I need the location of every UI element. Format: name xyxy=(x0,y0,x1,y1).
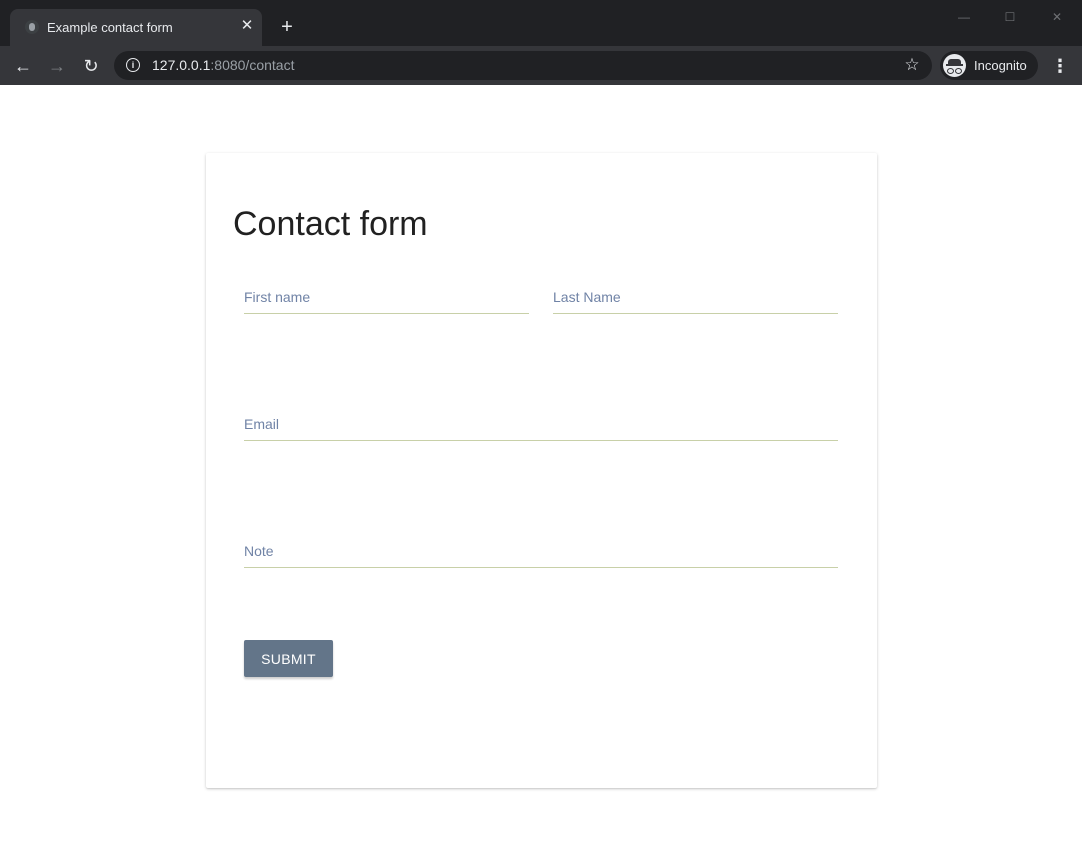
first-name-input[interactable] xyxy=(244,281,529,314)
page-viewport: Contact form SUBMIT xyxy=(0,85,1082,864)
incognito-icon xyxy=(943,54,966,77)
minimize-button[interactable]: — xyxy=(952,8,976,26)
tab-title: Example contact form xyxy=(47,20,173,35)
first-name-field xyxy=(244,281,529,315)
tab-close-icon[interactable]: ✕ xyxy=(238,17,256,35)
reload-button[interactable]: ↻ xyxy=(80,55,102,77)
window-close-button[interactable]: ✕ xyxy=(1045,8,1069,26)
new-tab-button[interactable]: + xyxy=(276,16,298,38)
browser-menu-icon[interactable]: ⋮ xyxy=(1050,55,1070,77)
page-favicon-icon xyxy=(25,20,39,34)
note-field xyxy=(244,535,838,569)
site-info-icon[interactable]: i xyxy=(126,58,140,72)
incognito-badge[interactable]: Incognito xyxy=(940,51,1038,80)
contact-form-card: Contact form SUBMIT xyxy=(206,153,877,788)
url-path: :8080/contact xyxy=(210,57,295,73)
note-input[interactable] xyxy=(244,535,838,568)
bookmark-star-icon[interactable]: ☆ xyxy=(902,54,922,76)
address-url[interactable]: 127.0.0.1:8080/contact xyxy=(152,57,294,73)
last-name-field xyxy=(553,281,838,315)
form-title: Contact form xyxy=(233,205,428,243)
url-host: 127.0.0.1 xyxy=(152,57,211,73)
browser-tab[interactable]: Example contact form ✕ xyxy=(10,9,262,46)
address-bar[interactable]: i 127.0.0.1:8080/contact ☆ xyxy=(114,51,932,80)
forward-button[interactable]: → xyxy=(46,55,68,77)
submit-button[interactable]: SUBMIT xyxy=(244,640,333,677)
browser-toolbar: ← → ↻ i 127.0.0.1:8080/contact ☆ Incogni… xyxy=(0,46,1082,85)
browser-titlebar: Example contact form ✕ + — ☐ ✕ xyxy=(0,0,1082,46)
last-name-input[interactable] xyxy=(553,281,838,314)
maximize-button[interactable]: ☐ xyxy=(998,8,1022,26)
email-input[interactable] xyxy=(244,408,838,441)
email-field xyxy=(244,408,838,442)
back-button[interactable]: ← xyxy=(12,55,34,77)
incognito-label: Incognito xyxy=(974,58,1027,73)
